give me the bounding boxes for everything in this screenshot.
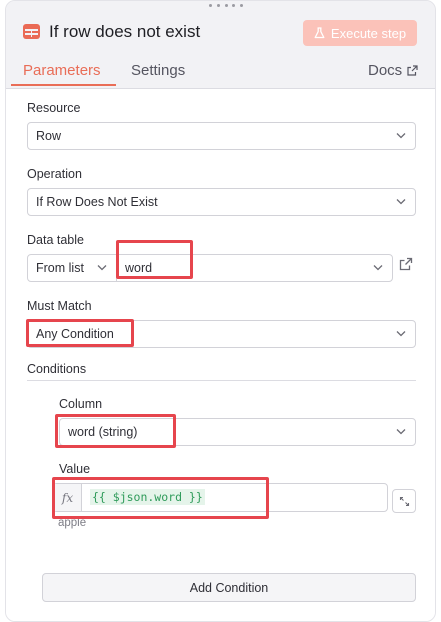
- must-match-select[interactable]: Any Condition: [27, 320, 416, 348]
- node-title[interactable]: If row does not exist: [49, 22, 200, 42]
- column-select[interactable]: word (string): [59, 418, 416, 446]
- docs-label: Docs: [368, 62, 403, 79]
- table-icon: [23, 24, 40, 39]
- execute-step-label: Execute step: [330, 25, 407, 41]
- expand-icon: [399, 496, 409, 506]
- column-label: Column: [59, 397, 103, 411]
- expand-expression-button[interactable]: [392, 489, 416, 513]
- fx-icon: fx: [54, 484, 82, 511]
- panel-header: If row does not exist Execute step Param…: [6, 1, 435, 89]
- chevron-down-icon: [373, 265, 383, 271]
- data-table-select[interactable]: word: [116, 254, 393, 282]
- execute-step-button[interactable]: Execute step: [303, 20, 417, 46]
- conditions-divider: [27, 380, 416, 381]
- chevron-down-icon: [396, 199, 406, 205]
- flask-icon: [314, 27, 325, 39]
- tab-settings[interactable]: Settings: [131, 62, 185, 79]
- data-table-mode-select[interactable]: From list: [27, 254, 117, 282]
- resource-value: Row: [36, 129, 62, 143]
- chevron-down-icon: [396, 429, 406, 435]
- active-tab-indicator: [11, 84, 116, 86]
- chevron-down-icon: [97, 265, 107, 271]
- must-match-label: Must Match: [27, 299, 92, 313]
- parameters-content: Resource Row Operation If Row Does Not E…: [6, 89, 435, 621]
- external-link-icon[interactable]: [399, 257, 413, 271]
- resource-label: Resource: [27, 101, 81, 115]
- value-expression-field[interactable]: fx {{ $json.word }}: [53, 483, 388, 512]
- external-link-icon: [407, 65, 418, 76]
- operation-value: If Row Does Not Exist: [36, 195, 158, 209]
- value-label: Value: [59, 462, 91, 476]
- add-condition-button[interactable]: Add Condition: [42, 573, 416, 602]
- data-table-mode-value: From list: [36, 261, 84, 275]
- data-table-value: word: [125, 261, 153, 275]
- conditions-title: Conditions: [27, 362, 87, 376]
- chevron-down-icon: [396, 331, 406, 337]
- expression-result: apple: [58, 517, 87, 529]
- tab-parameters[interactable]: Parameters: [23, 62, 101, 79]
- tab-docs[interactable]: Docs: [368, 62, 418, 79]
- drag-handle[interactable]: [209, 4, 243, 8]
- operation-label: Operation: [27, 167, 82, 181]
- data-table-label: Data table: [27, 233, 84, 247]
- chevron-down-icon: [396, 133, 406, 139]
- column-value: word (string): [68, 425, 138, 439]
- expression-text[interactable]: {{ $json.word }}: [90, 489, 205, 505]
- must-match-value: Any Condition: [36, 327, 114, 341]
- operation-select[interactable]: If Row Does Not Exist: [27, 188, 416, 216]
- resource-select[interactable]: Row: [27, 122, 416, 150]
